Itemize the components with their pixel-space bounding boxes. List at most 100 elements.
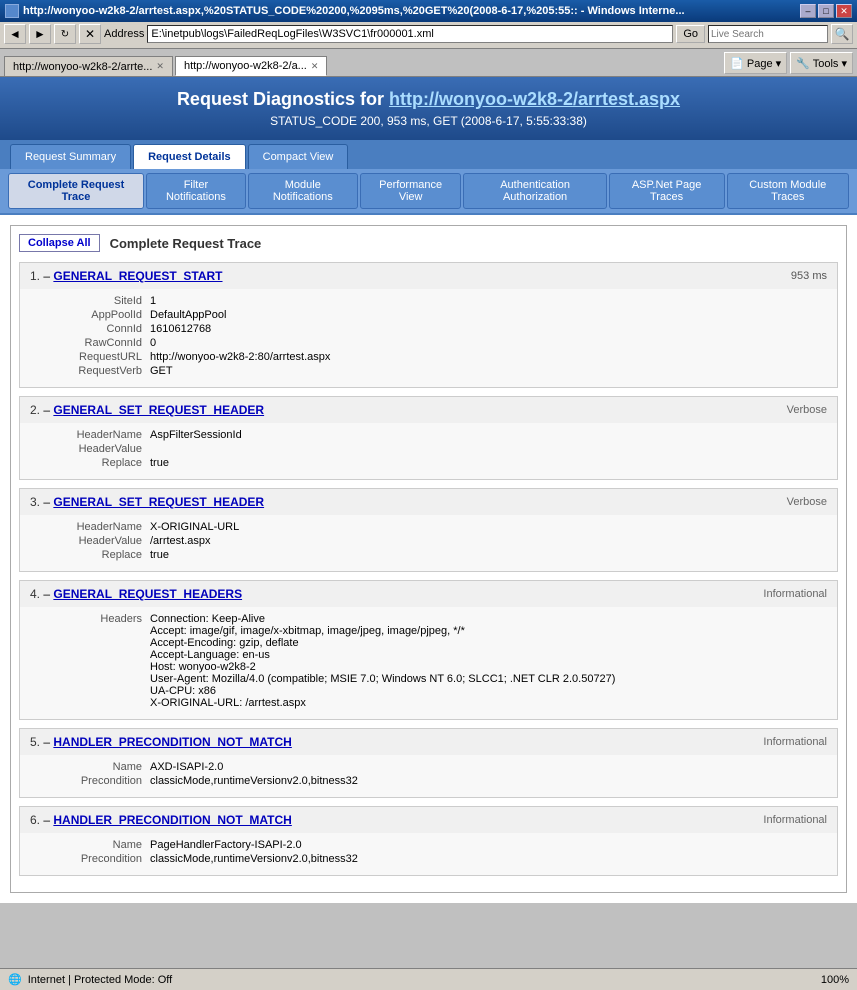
trace-item-3-body: HeaderName X-ORIGINAL-URL HeaderValue /a… [20,515,837,571]
field-key: Precondition [30,775,150,787]
close-button[interactable]: ✕ [836,4,852,18]
search-button[interactable]: 🔍 [831,24,853,44]
trace-item-4-badge: Informational [763,588,827,600]
status-zoom: 100% [821,974,849,986]
tab-compact-view[interactable]: Compact View [248,144,349,169]
sec-tab-aspnet[interactable]: ASP.Net Page Traces [609,173,725,209]
browser-tab-1[interactable]: http://wonyoo-w2k8-2/arrte... ✕ [4,56,173,76]
page-header: Request Diagnostics for http://wonyoo-w2… [0,77,857,140]
table-row: RawConnId 0 [30,337,827,349]
trace-item-5-minus: – [43,735,53,749]
tab-request-summary[interactable]: Request Summary [10,144,131,169]
field-val: AspFilterSessionId [150,429,242,441]
field-key: SiteId [30,295,150,307]
restore-button[interactable]: □ [818,4,834,18]
trace-item-4-title: 4. – GENERAL_REQUEST_HEADERS [30,587,242,601]
sec-tab-auth[interactable]: Authentication Authorization [463,173,606,209]
page-button[interactable]: 📄 Page ▾ [724,52,787,74]
trace-item-4-header: 4. – GENERAL_REQUEST_HEADERS Information… [20,581,837,607]
tab-close-2[interactable]: ✕ [311,61,319,72]
trace-item-1-link[interactable]: GENERAL_REQUEST_START [53,269,222,283]
browser-right-tools: 📄 Page ▾ 🔧 Tools ▾ [724,52,853,74]
trace-item-1-body: SiteId 1 AppPoolId DefaultAppPool ConnId… [20,289,837,387]
page-header-subtitle: STATUS_CODE 200, 953 ms, GET (2008-6-17,… [10,114,847,128]
collapse-all-button[interactable]: Collapse All [19,234,100,252]
trace-item-1-minus: – [43,269,53,283]
field-key: Name [30,761,150,773]
content-area: Collapse All Complete Request Trace 1. –… [0,215,857,903]
field-val: true [150,457,169,469]
page-header-static: Request Diagnostics for [177,89,389,109]
table-row: Replace true [30,457,827,469]
field-key: AppPoolId [30,309,150,321]
window-controls: – □ ✕ [800,4,852,18]
sec-tab-module[interactable]: Module Notifications [248,173,358,209]
field-key: Replace [30,457,150,469]
trace-item-2-header: 2. – GENERAL_SET_REQUEST_HEADER Verbose [20,397,837,423]
field-val: Connection: Keep-Alive Accept: image/gif… [150,613,615,709]
field-key: RequestURL [30,351,150,363]
trace-item-4-link[interactable]: GENERAL_REQUEST_HEADERS [53,587,242,601]
field-key: HeaderValue [30,535,150,547]
field-val: http://wonyoo-w2k8-2:80/arrtest.aspx [150,351,330,363]
tab-label-2: http://wonyoo-w2k8-2/a... [184,60,307,72]
refresh-button[interactable]: ↻ [54,24,76,44]
field-key: RawConnId [30,337,150,349]
status-left: 🌐 Internet | Protected Mode: Off [8,973,172,986]
trace-item-5: 5. – HANDLER_PRECONDITION_NOT_MATCH Info… [19,728,838,798]
address-input[interactable] [147,25,673,43]
trace-item-3-minus: – [43,495,53,509]
trace-container: Collapse All Complete Request Trace 1. –… [10,225,847,893]
sec-tab-filter[interactable]: Filter Notifications [146,173,246,209]
trace-item-6-minus: – [43,813,53,827]
table-row: Precondition classicMode,runtimeVersionv… [30,775,827,787]
address-toolbar: ◄ ► ↻ ✕ Address Go 🔍 [0,22,857,49]
trace-item-3-link[interactable]: GENERAL_SET_REQUEST_HEADER [53,495,264,509]
trace-item-5-num: 5. [30,735,40,749]
trace-item-5-title: 5. – HANDLER_PRECONDITION_NOT_MATCH [30,735,292,749]
browser-tab-2[interactable]: http://wonyoo-w2k8-2/a... ✕ [175,56,327,76]
table-row: HeaderValue [30,443,827,455]
forward-button[interactable]: ► [29,24,51,44]
field-key: Name [30,839,150,851]
tools-button[interactable]: 🔧 Tools ▾ [790,52,853,74]
trace-item-5-link[interactable]: HANDLER_PRECONDITION_NOT_MATCH [53,735,291,749]
table-row: AppPoolId DefaultAppPool [30,309,827,321]
trace-section-title: Complete Request Trace [110,236,262,251]
window-titlebar: http://wonyoo-w2k8-2/arrtest.aspx,%20STA… [0,0,857,22]
trace-item-4-minus: – [43,587,53,601]
tab-close-1[interactable]: ✕ [156,61,164,72]
go-button[interactable]: Go [676,25,705,43]
browser-tab-bar: http://wonyoo-w2k8-2/arrte... ✕ http://w… [0,49,857,77]
field-val: true [150,549,169,561]
trace-item-4: 4. – GENERAL_REQUEST_HEADERS Information… [19,580,838,720]
trace-item-6-link[interactable]: HANDLER_PRECONDITION_NOT_MATCH [53,813,291,827]
stop-button[interactable]: ✕ [79,24,101,44]
back-button[interactable]: ◄ [4,24,26,44]
field-val: 1610612768 [150,323,211,335]
search-input[interactable] [708,25,828,43]
sec-tab-custom[interactable]: Custom Module Traces [727,173,850,209]
sec-tab-complete-trace[interactable]: Complete Request Trace [8,173,144,209]
trace-item-1-timing: 953 ms [791,270,827,282]
field-key: Replace [30,549,150,561]
page-header-url[interactable]: http://wonyoo-w2k8-2/arrtest.aspx [389,89,680,109]
sec-tab-performance[interactable]: Performance View [360,173,462,209]
minimize-button[interactable]: – [800,4,816,18]
trace-item-1-num: 1. [30,269,40,283]
field-key: HeaderName [30,521,150,533]
status-text: Internet | Protected Mode: Off [28,974,173,986]
tab-request-details[interactable]: Request Details [133,144,246,169]
nav-tab-bar: Request Summary Request Details Compact … [0,140,857,169]
trace-item-2-link[interactable]: GENERAL_SET_REQUEST_HEADER [53,403,264,417]
table-row: HeaderName X-ORIGINAL-URL [30,521,827,533]
trace-item-5-header: 5. – HANDLER_PRECONDITION_NOT_MATCH Info… [20,729,837,755]
field-val: 0 [150,337,156,349]
trace-item-6-title: 6. – HANDLER_PRECONDITION_NOT_MATCH [30,813,292,827]
field-key: Precondition [30,853,150,865]
field-val: /arrtest.aspx [150,535,211,547]
trace-item-6-badge: Informational [763,814,827,826]
trace-item-6-body: Name PageHandlerFactory-ISAPI-2.0 Precon… [20,833,837,875]
table-row: RequestVerb GET [30,365,827,377]
table-row: ConnId 1610612768 [30,323,827,335]
